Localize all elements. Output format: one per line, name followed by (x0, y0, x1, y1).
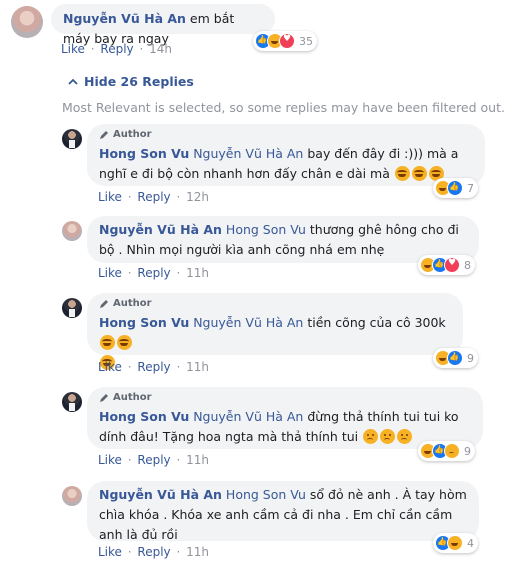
separator-dot: · (176, 453, 181, 467)
separator-dot: · (176, 545, 181, 559)
hide-replies-label: Hide 26 Replies (84, 74, 194, 89)
avatar[interactable] (62, 392, 82, 412)
laughing-emoji-icon (411, 166, 427, 181)
reply-mention[interactable]: Nguyễn Vũ Hà An (193, 315, 303, 330)
reaction-count: 9 (467, 351, 474, 365)
avatar[interactable] (62, 129, 82, 149)
separator-dot: · (176, 190, 181, 204)
author-badge-label: Author (113, 298, 152, 309)
like-link[interactable]: Like (98, 360, 122, 374)
reply-mention[interactable]: Nguyễn Vũ Hà An (193, 409, 303, 424)
reply-actions: Like · Reply · 11h (98, 359, 209, 375)
like-link[interactable]: Like (98, 266, 122, 280)
reply-mention[interactable]: Hong Son Vu (226, 487, 306, 502)
pencil-icon (100, 300, 108, 308)
reaction-count: 9 (464, 444, 471, 458)
frowning-emoji-icon (380, 429, 396, 444)
reply-bubble: Author Hong Son Vu Nguyễn Vũ Hà An tiền … (87, 293, 463, 370)
comment-actions: Like · Reply · 14h (61, 41, 172, 57)
separator-dot: · (139, 42, 144, 56)
reaction-summary[interactable]: 35 (253, 31, 317, 51)
avatar[interactable] (62, 486, 82, 506)
filter-note: Most Relevant is selected, so some repli… (62, 100, 505, 115)
author-badge: Author (99, 128, 473, 142)
laughing-emoji-icon (117, 335, 132, 350)
love-reaction-icon (279, 33, 295, 49)
like-reaction-icon (447, 180, 463, 196)
author-badge-label: Author (113, 129, 152, 140)
reply-actions: Like · Reply · 11h (98, 544, 209, 560)
timestamp[interactable]: 12h (186, 190, 209, 204)
sad-reaction-icon (444, 443, 460, 459)
reply-mention[interactable]: Nguyễn Vũ Hà An (193, 146, 303, 161)
laughing-emoji-icon (100, 335, 115, 350)
reaction-summary[interactable]: 4 (433, 533, 478, 553)
reaction-summary[interactable]: 9 (418, 441, 475, 461)
like-link[interactable]: Like (98, 545, 122, 559)
pencil-icon (100, 131, 108, 139)
reaction-summary[interactable]: 8 (418, 255, 475, 275)
separator-dot: · (90, 42, 95, 56)
timestamp[interactable]: 14h (149, 42, 172, 56)
reply-actions: Like · Reply · 11h (98, 452, 209, 468)
comment-author[interactable]: Nguyễn Vũ Hà An (63, 11, 186, 26)
comment-bubble: Nguyễn Vũ Hà An em bắt máy bay ra ngay (51, 4, 275, 46)
reply-link[interactable]: Reply (137, 453, 170, 467)
reply-mention[interactable]: Hong Son Vu (226, 222, 306, 237)
reply-link[interactable]: Reply (137, 190, 170, 204)
haha-reaction-icon (447, 535, 463, 551)
reply-author[interactable]: Hong Son Vu (99, 409, 189, 424)
reaction-summary[interactable]: 9 (433, 348, 478, 368)
like-link[interactable]: Like (61, 42, 85, 56)
reply-author[interactable]: Hong Son Vu (99, 315, 189, 330)
reply-bubble: Author Hong Son Vu Nguyễn Vũ Hà An bay đ… (87, 124, 485, 186)
separator-dot: · (127, 360, 132, 374)
reply-link[interactable]: Reply (137, 360, 170, 374)
reply-link[interactable]: Reply (137, 545, 170, 559)
separator-dot: · (176, 266, 181, 280)
timestamp[interactable]: 11h (186, 266, 209, 280)
love-reaction-icon (444, 257, 460, 273)
reply-bubble: Nguyễn Vũ Hà An Hong Son Vu thương ghê h… (87, 216, 479, 263)
separator-dot: · (127, 190, 132, 204)
reply-author[interactable]: Nguyễn Vũ Hà An (99, 222, 222, 237)
reply-link[interactable]: Reply (100, 42, 133, 56)
chevron-up-icon (68, 78, 78, 85)
reaction-summary[interactable]: 7 (433, 178, 478, 198)
reply-text: tiền cõng của cô 300k (307, 315, 446, 330)
separator-dot: · (176, 360, 181, 374)
separator-dot: · (127, 545, 132, 559)
timestamp[interactable]: 11h (186, 360, 209, 374)
avatar[interactable] (62, 298, 82, 318)
reply-author[interactable]: Hong Son Vu (99, 146, 189, 161)
timestamp[interactable]: 11h (186, 453, 209, 467)
frowning-emoji-icon (363, 429, 379, 444)
separator-dot: · (127, 266, 132, 280)
reply-link[interactable]: Reply (137, 266, 170, 280)
like-reaction-icon (447, 350, 463, 366)
reply-bubble: Author Hong Son Vu Nguyễn Vũ Hà An đừng … (87, 387, 483, 449)
pencil-icon (100, 394, 108, 402)
like-link[interactable]: Like (98, 453, 122, 467)
frowning-emoji-icon (397, 429, 413, 444)
reply-author[interactable]: Nguyễn Vũ Hà An (99, 487, 222, 502)
author-badge: Author (99, 391, 471, 405)
author-badge-label: Author (113, 392, 152, 403)
hide-replies-toggle[interactable]: Hide 26 Replies (68, 74, 194, 89)
separator-dot: · (127, 453, 132, 467)
like-link[interactable]: Like (98, 190, 122, 204)
reaction-count: 8 (464, 258, 471, 272)
reaction-count: 35 (299, 34, 313, 48)
reply-actions: Like · Reply · 11h (98, 265, 209, 281)
avatar[interactable] (62, 221, 82, 241)
avatar[interactable] (11, 6, 43, 38)
timestamp[interactable]: 11h (186, 545, 209, 559)
reply-bubble: Nguyễn Vũ Hà An Hong Son Vu sổ đỏ nè anh… (87, 481, 479, 542)
reaction-count: 7 (467, 181, 474, 195)
reaction-count: 4 (467, 536, 474, 550)
reply-actions: Like · Reply · 12h (98, 189, 209, 205)
author-badge: Author (99, 297, 451, 311)
laughing-emoji-icon (394, 166, 410, 181)
